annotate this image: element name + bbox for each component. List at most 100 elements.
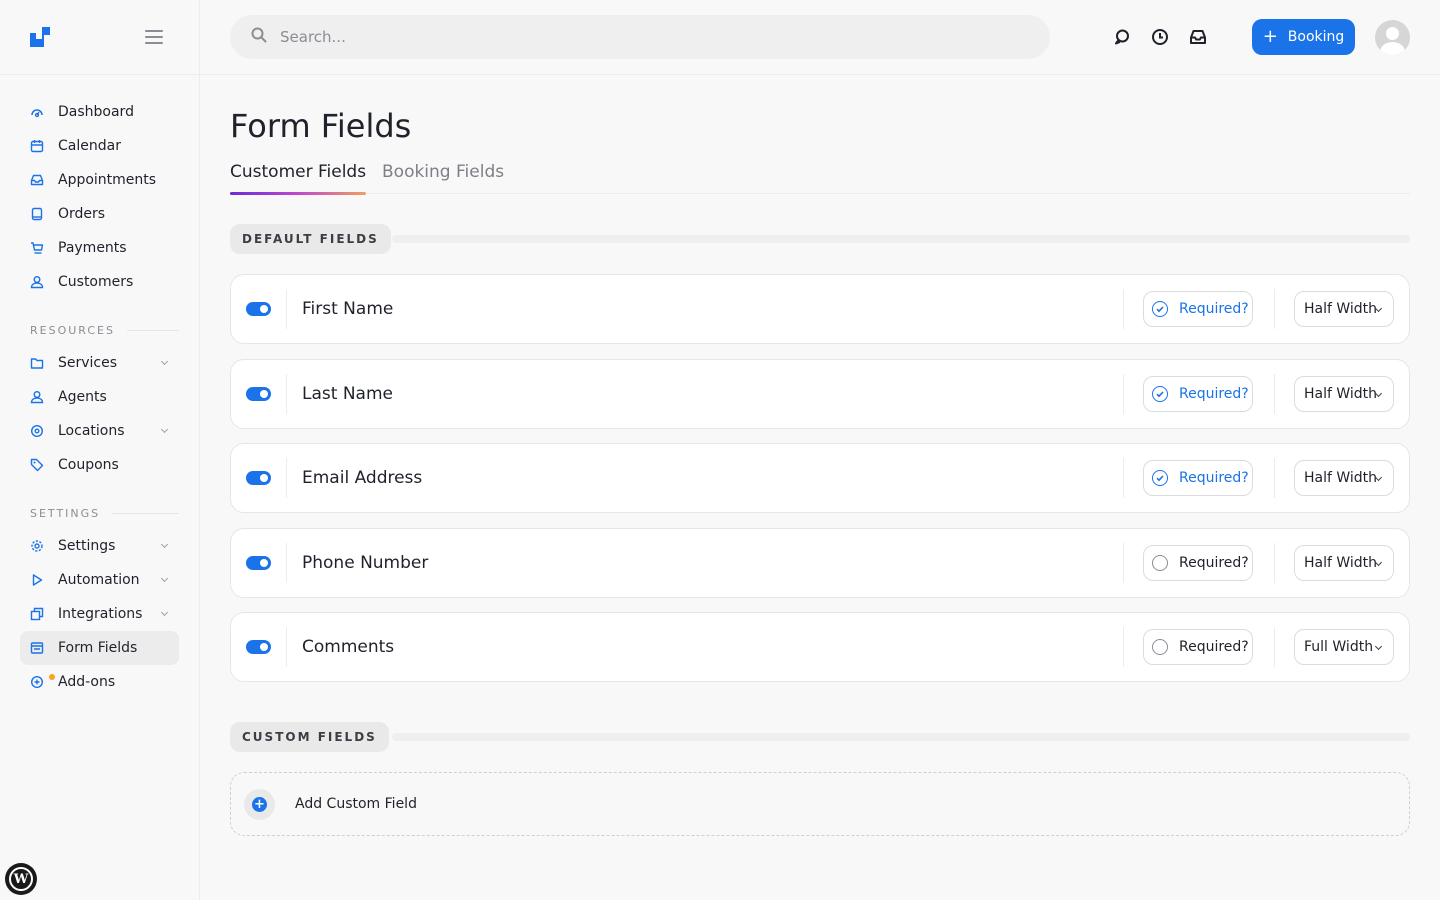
chevron-down-icon[interactable] xyxy=(160,425,169,434)
play-icon xyxy=(30,573,44,587)
inbox-icon[interactable] xyxy=(1189,28,1207,46)
tab-booking-fields[interactable]: Booking Fields xyxy=(382,162,504,194)
sidebar-item-settings[interactable]: Settings xyxy=(20,529,179,563)
sidebar-item-label: Services xyxy=(58,355,118,371)
sidebar-item-label: Calendar xyxy=(58,138,121,154)
width-select[interactable]: Full Width xyxy=(1294,629,1394,665)
dashboard-icon xyxy=(30,105,44,119)
empty-circle-icon xyxy=(1152,555,1168,571)
custom-fields-section: CUSTOM FIELDS xyxy=(230,722,1410,752)
field-label: Phone Number xyxy=(302,553,429,573)
required-toggle-button[interactable]: Required? xyxy=(1143,376,1253,412)
sidebar-nav: Dashboard Calendar Appointments Orders P… xyxy=(20,95,179,699)
sidebar-item-customers[interactable]: Customers xyxy=(20,265,179,299)
sidebar-item-payments[interactable]: Payments xyxy=(20,231,179,265)
section-label: DEFAULT FIELDS xyxy=(230,224,391,254)
chevron-down-icon xyxy=(1374,642,1383,651)
user-icon xyxy=(30,390,44,404)
folder-icon xyxy=(30,356,44,370)
chevron-down-icon[interactable] xyxy=(160,540,169,549)
sidebar-item-services[interactable]: Services xyxy=(20,346,179,380)
tabs: Customer Fields Booking Fields xyxy=(230,162,1410,195)
add-custom-field-button[interactable]: + Add Custom Field xyxy=(230,772,1410,836)
empty-circle-icon xyxy=(1152,639,1168,655)
check-circle-icon xyxy=(1152,301,1168,317)
location-pin-icon xyxy=(30,424,44,438)
section-label: CUSTOM FIELDS xyxy=(230,722,389,752)
tag-icon xyxy=(30,458,44,472)
field-enabled-toggle[interactable] xyxy=(246,556,271,570)
page-title: Form Fields xyxy=(230,107,412,145)
required-toggle-button[interactable]: Required? xyxy=(1143,629,1253,665)
calendar-icon xyxy=(30,139,44,153)
check-circle-icon xyxy=(1152,470,1168,486)
sidebar-item-label: Integrations xyxy=(58,606,143,622)
field-enabled-toggle[interactable] xyxy=(246,387,271,401)
new-booking-button[interactable]: + Booking xyxy=(1252,19,1355,55)
sidebar-item-label: Locations xyxy=(58,423,125,439)
required-toggle-button[interactable]: Required? xyxy=(1143,460,1253,496)
sidebar-item-appointments[interactable]: Appointments xyxy=(20,163,179,197)
sidebar-item-locations[interactable]: Locations xyxy=(20,414,179,448)
field-label: Email Address xyxy=(302,468,423,488)
field-row-email-address: Email Address Required? Half Width xyxy=(230,443,1410,513)
sidebar: Dashboard Calendar Appointments Orders P… xyxy=(0,0,200,900)
top-bar: + Booking xyxy=(200,0,1440,75)
sidebar-item-form-fields[interactable]: Form Fields xyxy=(20,631,179,665)
sidebar-item-add-ons[interactable]: Add-ons xyxy=(20,665,179,699)
field-row-comments: Comments Required? Full Width xyxy=(230,612,1410,682)
field-label: First Name xyxy=(302,299,394,319)
sidebar-item-label: Coupons xyxy=(58,457,119,473)
plus-icon: + xyxy=(1262,26,1278,47)
sidebar-item-label: Add-ons xyxy=(58,674,116,690)
required-toggle-button[interactable]: Required? xyxy=(1143,291,1253,327)
width-select[interactable]: Half Width xyxy=(1294,291,1394,327)
chevron-down-icon[interactable] xyxy=(160,574,169,583)
cart-icon xyxy=(30,241,44,255)
brand-logo[interactable] xyxy=(30,27,50,47)
chevron-down-icon[interactable] xyxy=(160,608,169,617)
width-select[interactable]: Half Width xyxy=(1294,545,1394,581)
form-icon xyxy=(30,641,44,655)
search-bar[interactable] xyxy=(230,15,1050,59)
sidebar-item-calendar[interactable]: Calendar xyxy=(20,129,179,163)
sidebar-item-agents[interactable]: Agents xyxy=(20,380,179,414)
width-select[interactable]: Half Width xyxy=(1294,376,1394,412)
sidebar-item-label: Appointments xyxy=(58,172,157,188)
sidebar-item-label: Form Fields xyxy=(58,640,138,656)
sidebar-item-label: Automation xyxy=(58,572,140,588)
avatar[interactable] xyxy=(1375,20,1410,55)
tab-customer-fields[interactable]: Customer Fields xyxy=(230,162,367,195)
tablet-icon xyxy=(30,207,44,221)
sidebar-item-dashboard[interactable]: Dashboard xyxy=(20,95,179,129)
clock-icon[interactable] xyxy=(1151,28,1169,46)
chevron-down-icon[interactable] xyxy=(160,357,169,366)
sidebar-item-label: Customers xyxy=(58,274,134,290)
section-header-settings: SETTINGS xyxy=(30,505,179,521)
notification-badge xyxy=(49,674,55,680)
default-fields-section: DEFAULT FIELDS xyxy=(230,224,1410,254)
sidebar-item-integrations[interactable]: Integrations xyxy=(20,597,179,631)
sidebar-item-label: Dashboard xyxy=(58,104,134,120)
sidebar-item-label: Payments xyxy=(58,240,127,256)
sidebar-item-automation[interactable]: Automation xyxy=(20,563,179,597)
field-enabled-toggle[interactable] xyxy=(246,302,271,316)
required-toggle-button[interactable]: Required? xyxy=(1143,545,1253,581)
sidebar-item-coupons[interactable]: Coupons xyxy=(20,448,179,482)
sidebar-item-label: Agents xyxy=(58,389,107,405)
logo-bar xyxy=(0,0,199,75)
add-custom-field-label: Add Custom Field xyxy=(295,796,417,812)
field-label: Comments xyxy=(302,637,395,657)
hamburger-icon[interactable] xyxy=(145,30,163,44)
field-enabled-toggle[interactable] xyxy=(246,471,271,485)
wordpress-icon[interactable]: W xyxy=(5,863,37,895)
sidebar-item-orders[interactable]: Orders xyxy=(20,197,179,231)
inbox-icon xyxy=(30,173,44,187)
plus-circle-icon: + xyxy=(244,789,275,820)
width-select[interactable]: Half Width xyxy=(1294,460,1394,496)
search-input[interactable] xyxy=(280,28,980,46)
field-enabled-toggle[interactable] xyxy=(246,640,271,654)
chat-icon[interactable] xyxy=(1113,28,1131,46)
sidebar-item-label: Orders xyxy=(58,206,106,222)
field-row-first-name: First Name Required? Half Width xyxy=(230,274,1410,344)
